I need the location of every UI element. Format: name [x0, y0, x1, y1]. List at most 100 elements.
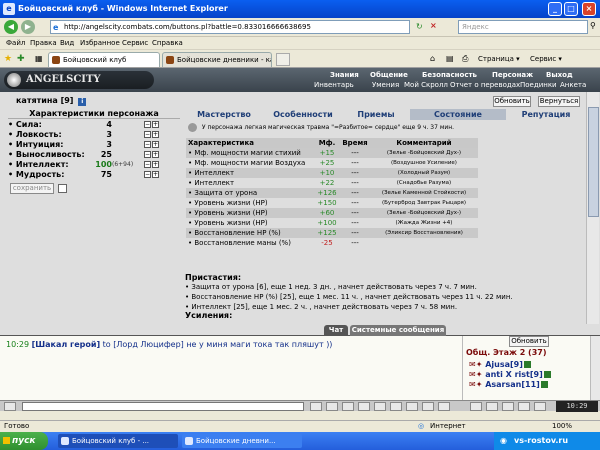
menu-edit[interactable]: Правка [30, 39, 57, 47]
stat-adjust[interactable]: − + [144, 121, 160, 128]
minus-icon[interactable]: − [144, 131, 151, 138]
minus-icon[interactable]: − [144, 141, 151, 148]
nav-skills[interactable]: Умения [372, 81, 399, 89]
favorites-star-icon[interactable]: ★ [4, 54, 12, 64]
plus-icon[interactable]: + [152, 121, 159, 128]
stat-adjust[interactable]: − + [144, 161, 160, 168]
online-refresh-button[interactable]: Обновить [509, 336, 549, 347]
action-icon[interactable] [518, 402, 530, 411]
plus-icon[interactable]: + [152, 151, 159, 158]
nav-my-scroll[interactable]: Мой Скролл [404, 81, 448, 89]
tab-chat[interactable]: Чат [324, 325, 348, 336]
feeds-icon[interactable]: ▤ [446, 54, 454, 63]
stat-adjust[interactable]: − + [144, 131, 160, 138]
filter-icon[interactable] [358, 402, 370, 411]
nav-character[interactable]: Персонаж [492, 71, 533, 79]
add-favorite-icon[interactable]: ✚ [17, 54, 25, 64]
save-button[interactable]: сохранить [10, 183, 54, 194]
tab-system-messages[interactable]: Системные сообщения [350, 325, 446, 336]
tab-mastery[interactable]: Мастерство [186, 109, 262, 120]
tab-reputation[interactable]: Репутация [508, 109, 584, 120]
tab-state[interactable]: Состояние [410, 109, 506, 120]
nav-transfers-report[interactable]: Отчет о переводах [450, 81, 520, 89]
maximize-button[interactable]: □ [564, 2, 578, 16]
tray-icon[interactable]: ◉ [500, 436, 507, 445]
help-icon[interactable] [422, 402, 434, 411]
online-user[interactable]: ✉✦ Ajusa[9] [469, 360, 531, 369]
minus-icon[interactable]: − [144, 161, 151, 168]
tab-fight-club[interactable]: Бойцовский клуб [48, 52, 160, 67]
plus-icon[interactable]: + [152, 141, 159, 148]
save-checkbox[interactable] [58, 184, 67, 193]
menu-view[interactable]: Вид [60, 39, 74, 47]
info-icon[interactable]: i [78, 98, 87, 106]
send-icon[interactable] [310, 402, 322, 411]
scrollbar-thumb[interactable] [588, 107, 599, 217]
stat-adjust[interactable]: − + [144, 171, 160, 178]
chat-sender[interactable]: [Шакал герой] [32, 340, 101, 349]
forward-arrow-icon[interactable]: ▶ [21, 20, 35, 34]
new-tab-button[interactable] [276, 53, 290, 66]
minus-icon[interactable]: − [144, 121, 151, 128]
menu-file[interactable]: Файл [6, 39, 25, 47]
online-user[interactable]: ✉✦ Asarsan[11] [469, 380, 548, 389]
minimize-button[interactable]: _ [548, 2, 562, 16]
action-icon[interactable] [534, 402, 546, 411]
nav-profile[interactable]: Анкета [560, 81, 586, 89]
user-info-icon[interactable] [543, 371, 551, 378]
taskbar-item-fightclub[interactable]: Бойцовский клуб - ... [58, 434, 178, 448]
online-user[interactable]: ✉✦ anti X rist[9] [469, 370, 551, 379]
nav-security[interactable]: Безопасность [422, 71, 477, 79]
tab-features[interactable]: Особенности [265, 109, 341, 120]
user-name[interactable]: Ajusa [485, 360, 510, 369]
home-icon[interactable]: ⌂ [430, 54, 435, 63]
tools-menu[interactable]: Сервис ▾ [530, 55, 562, 63]
nav-communication[interactable]: Общение [370, 71, 408, 79]
refresh-button[interactable]: Обновить [493, 96, 531, 107]
user-info-icon[interactable] [523, 361, 531, 368]
chat-recipient[interactable]: [Лорд Люцифер] [113, 340, 184, 349]
action-icon[interactable] [502, 402, 514, 411]
back-arrow-icon[interactable]: ◀ [4, 20, 18, 34]
stat-adjust[interactable]: − + [144, 151, 160, 158]
content-scrollbar[interactable] [586, 92, 599, 324]
tab-diaries[interactable]: Бойцовские дневники - катя... [162, 52, 272, 67]
stat-adjust[interactable]: − + [144, 141, 160, 148]
online-scrollbar[interactable] [590, 336, 600, 400]
search-input[interactable]: Яндекс [458, 20, 588, 34]
user-name[interactable]: anti X rist [485, 370, 530, 379]
menu-favorites[interactable]: Избранное [80, 39, 120, 47]
nav-knowledge[interactable]: Знания [330, 71, 359, 79]
zoom-level[interactable]: 100% [552, 422, 572, 430]
page-menu[interactable]: Страница ▾ [478, 55, 520, 63]
chat-mode-icon[interactable] [4, 402, 16, 411]
user-info-icon[interactable] [540, 381, 548, 388]
menu-tools[interactable]: Сервис [122, 39, 148, 47]
settings-icon[interactable] [390, 402, 402, 411]
minus-icon[interactable]: − [144, 151, 151, 158]
scroll-icon[interactable] [406, 402, 418, 411]
action-icon[interactable] [470, 402, 482, 411]
plus-icon[interactable]: + [152, 131, 159, 138]
minus-icon[interactable]: − [144, 171, 151, 178]
plus-icon[interactable]: + [152, 161, 159, 168]
nav-inventory[interactable]: Инвентарь [314, 81, 354, 89]
smiles-icon[interactable] [342, 402, 354, 411]
search-icon[interactable]: ⚲ [590, 21, 596, 30]
url-input[interactable]: e http://angelscity.combats.com/buttons.… [50, 20, 410, 34]
stop-icon[interactable]: × [430, 21, 437, 30]
refresh-icon[interactable]: ↻ [416, 22, 423, 31]
nav-exit[interactable]: Выход [546, 71, 573, 79]
print-icon[interactable]: ⎙ [462, 54, 468, 64]
close-button[interactable]: × [582, 2, 596, 16]
chat-input[interactable] [22, 402, 304, 411]
clear-icon[interactable] [326, 402, 338, 411]
plus-icon[interactable]: + [152, 171, 159, 178]
sound-icon[interactable] [438, 402, 450, 411]
menu-help[interactable]: Справка [152, 39, 183, 47]
start-button[interactable]: пуск [0, 432, 48, 450]
translit-icon[interactable] [374, 402, 386, 411]
action-icon[interactable] [486, 402, 498, 411]
tab-list-icon[interactable]: ▦ [35, 54, 43, 63]
taskbar-item-diaries[interactable]: Бойцовские дневни... [182, 434, 302, 448]
